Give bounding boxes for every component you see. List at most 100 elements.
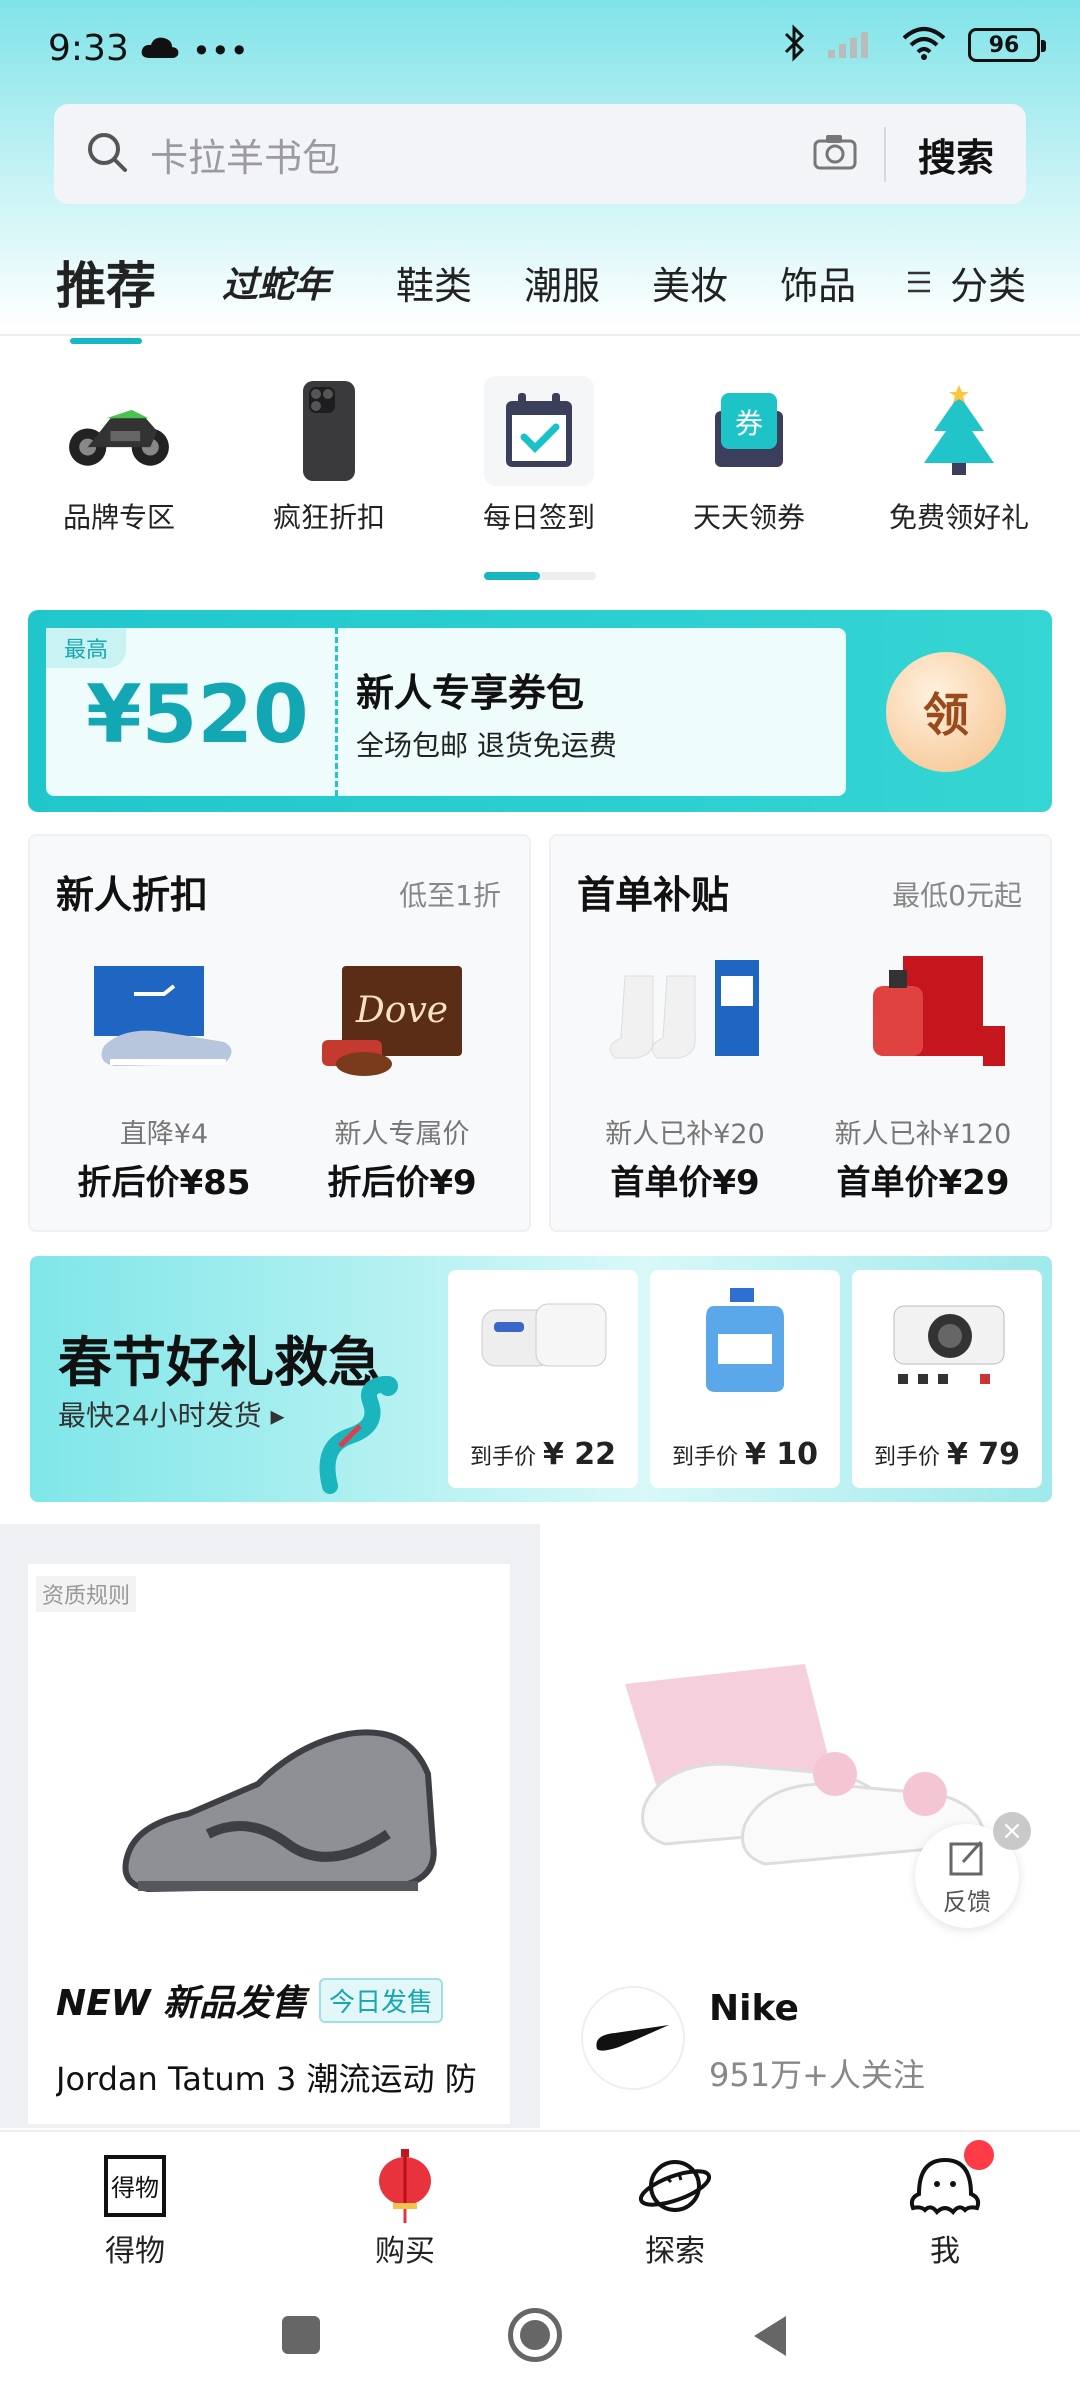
product-item[interactable]: 直降¥4 折后价¥85: [54, 946, 274, 1204]
shortcut-label: 每日签到: [482, 501, 595, 534]
nav-label: 探索: [645, 2234, 705, 2269]
claim-coupon-button[interactable]: 领: [886, 652, 1006, 772]
coupon-ticket: 最高 ¥520 新人专享券包 全场包邮 退货免运费: [46, 628, 846, 796]
tab-category-label: 分类: [950, 263, 1027, 308]
christmas-tree-icon: [904, 376, 1014, 486]
system-navigation-bar: [0, 2280, 1080, 2400]
price-value: ¥ 22: [542, 1437, 617, 1472]
card-title: 首单补贴: [577, 873, 730, 917]
spring-product-camera[interactable]: 到手价 ¥ 79: [852, 1270, 1042, 1488]
shortcut-page-indicator: [484, 572, 596, 580]
product-item[interactable]: 新人已补¥120 首单价¥29: [813, 946, 1033, 1204]
shortcut-daily-coupons[interactable]: 券 天天领券: [654, 376, 844, 536]
status-time: 9:33: [48, 28, 129, 69]
spring-price: 到手价 ¥ 22: [448, 1437, 638, 1472]
tab-accessories[interactable]: 饰品: [780, 255, 856, 310]
coupon-title: 新人专享券包: [356, 671, 585, 715]
spring-price: 到手价 ¥ 10: [650, 1437, 840, 1472]
sneaker-box-image: [74, 946, 254, 1086]
nav-me[interactable]: 我: [810, 2132, 1080, 2280]
card-subtitle: 最低0元起: [892, 879, 1022, 912]
feed-card-nike[interactable]: 反馈 × Nike 951万+人关注: [545, 1524, 1080, 2128]
socks-image: [595, 946, 775, 1086]
jordan-sneaker-image: [122, 1729, 437, 1893]
perfume-gift-image: [833, 946, 1013, 1086]
search-bar[interactable]: 卡拉羊书包 搜索: [54, 104, 1026, 204]
product-price: 首单价¥29: [836, 1163, 1010, 1203]
feed-product-title: Jordan Tatum 3 潮流运动 防: [56, 2060, 477, 2098]
shortcut-daily-checkin[interactable]: 每日签到: [444, 376, 634, 536]
nike-logo-icon: [581, 1986, 685, 2090]
shortcut-crazy-discount[interactable]: 疯狂折扣: [234, 376, 424, 536]
nav-label: 购买: [375, 2234, 435, 2269]
tab-snake-year[interactable]: 过蛇年: [222, 256, 330, 308]
search-icon: [86, 131, 128, 177]
chocolate-box-image: Dove: [312, 946, 492, 1086]
calendar-check-icon: [484, 376, 594, 486]
price-value: ¥ 79: [946, 1437, 1021, 1472]
shortcut-brand-zone[interactable]: 品牌专区: [24, 376, 214, 536]
feed-card-body: NEW 新品发售 今日发售 Jordan Tatum 3 潮流运动 防: [28, 1564, 510, 2124]
new-release-label: NEW 新品发售: [56, 1983, 307, 2024]
notification-dot: [964, 2140, 994, 2170]
brand-name: Nike: [709, 1988, 799, 2029]
svg-text:券: 券: [735, 407, 763, 440]
recent-apps-icon[interactable]: [282, 2316, 320, 2354]
new-user-coupon-banner[interactable]: 最高 ¥520 新人专享券包 全场包邮 退货免运费 领: [28, 610, 1052, 812]
menu-icon: [906, 260, 932, 304]
home-icon-dot: [520, 2320, 550, 2350]
price-value: ¥ 10: [744, 1437, 819, 1472]
power-bank-image: [481, 1303, 607, 1367]
bluetooth-icon: [784, 24, 806, 66]
spring-product-power-bank[interactable]: 到手价 ¥ 22: [448, 1270, 638, 1488]
product-sub: 新人已补¥20: [605, 1119, 765, 1150]
shortcut-free-gift[interactable]: 免费领好礼: [864, 376, 1054, 536]
cloud-icon: [140, 36, 180, 64]
spring-product-detergent[interactable]: 到手价 ¥ 10: [650, 1270, 840, 1488]
shortcut-label: 免费领好礼: [888, 501, 1029, 534]
dewu-logo-icon: 得物: [0, 2150, 270, 2222]
svg-text:得物: 得物: [111, 2174, 159, 2202]
tab-beauty[interactable]: 美妆: [652, 255, 728, 310]
tab-category[interactable]: 分类: [906, 255, 1026, 310]
first-order-subsidy-card[interactable]: 首单补贴 最低0元起 新人已补¥20 首单价¥9 新人已补¥120 首单价¥29: [549, 834, 1052, 1232]
product-item[interactable]: Dove 新人专属价 折后价¥9: [292, 946, 512, 1204]
qualification-tag[interactable]: 资质规则: [36, 1576, 137, 1612]
shortcut-label: 疯狂折扣: [272, 501, 385, 534]
coupon-amount: ¥520: [86, 668, 309, 761]
release-badge: 今日发售: [318, 1977, 443, 2023]
motorcycle-icon: [64, 376, 174, 486]
more-notifications-icon: •••: [192, 32, 249, 70]
close-icon[interactable]: ×: [993, 1812, 1031, 1850]
edit-icon: [949, 1840, 983, 1876]
camera-icon[interactable]: [812, 133, 858, 175]
planet-icon: [540, 2150, 810, 2222]
battery-indicator: 96: [968, 28, 1046, 62]
search-input[interactable]: 卡拉羊书包: [150, 127, 812, 182]
camera-image: [893, 1305, 1005, 1384]
new-user-discount-card[interactable]: 新人折扣 低至1折 直降¥4 折后价¥85 Dove 新人专属价 折后价¥9: [28, 834, 531, 1232]
tab-clothes[interactable]: 潮服: [524, 255, 600, 310]
nav-dewu[interactable]: 得物 得物: [0, 2132, 270, 2280]
phone-icon: [274, 376, 384, 486]
search-button[interactable]: 搜索: [883, 126, 1026, 182]
product-sub: 新人专属价: [334, 1119, 470, 1150]
coupon-amount-area: 最高 ¥520: [46, 628, 338, 796]
product-price: 首单价¥9: [610, 1163, 760, 1203]
nav-label: 我: [930, 2234, 960, 2269]
feed-card-jordan[interactable]: NEW 新品发售 今日发售 Jordan Tatum 3 潮流运动 防 资质规则: [0, 1524, 540, 2128]
category-tabs: 推荐 过蛇年 鞋类 潮服 美妆 饰品 分类: [0, 230, 1080, 344]
tab-shoes[interactable]: 鞋类: [396, 255, 472, 310]
back-icon[interactable]: [750, 2314, 790, 2362]
nav-buy[interactable]: 购买: [270, 2132, 540, 2280]
spring-festival-banner[interactable]: 春节好礼救急 最快24小时发货 ▸ 到手价 ¥ 22 到手价 ¥ 10 到手价 …: [30, 1256, 1052, 1502]
bottom-navigation: 得物 得物 购买 探索 我: [0, 2130, 1080, 2280]
signal-icon: [828, 28, 880, 62]
tab-recommend[interactable]: 推荐: [56, 246, 156, 344]
detergent-image: [706, 1288, 784, 1392]
nav-explore[interactable]: 探索: [540, 2132, 810, 2280]
coupon-icon: 券: [694, 376, 804, 486]
home-icon[interactable]: [508, 2308, 562, 2362]
lantern-icon: [270, 2149, 540, 2223]
product-item[interactable]: 新人已补¥20 首单价¥9: [575, 946, 795, 1204]
